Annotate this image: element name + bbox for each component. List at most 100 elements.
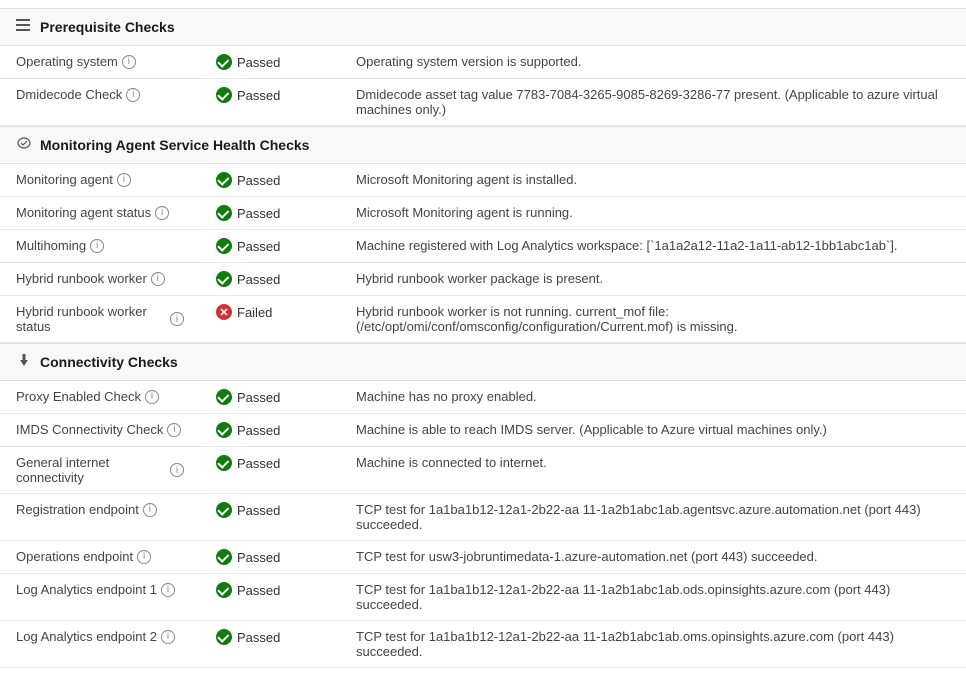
check-name-cell: IMDS Connectivity Checki — [0, 414, 200, 447]
passed-icon — [216, 629, 232, 645]
check-label: Hybrid runbook worker — [16, 271, 147, 286]
status-cell: Passed — [200, 414, 340, 447]
detail-cell: Microsoft Monitoring agent is running. — [340, 197, 966, 230]
info-icon[interactable]: i — [126, 88, 140, 102]
check-name-wrapper: General internet connectivityi — [16, 455, 184, 485]
check-label: Registration endpoint — [16, 502, 139, 517]
passed-icon — [216, 87, 232, 103]
status-cell: Passed — [200, 541, 340, 574]
check-name-wrapper: Multihomingi — [16, 238, 184, 253]
detail-cell: Dmidecode asset tag value 7783-7084-3265… — [340, 79, 966, 126]
detail-cell: Microsoft Monitoring agent is installed. — [340, 164, 966, 197]
status-badge: Passed — [216, 502, 324, 518]
status-badge: Passed — [216, 271, 324, 287]
check-name-wrapper: Monitoring agent i — [16, 172, 184, 187]
check-label: Monitoring agent status — [16, 205, 151, 220]
status-cell: ✕ Failed — [200, 296, 340, 343]
status-label: Failed — [237, 305, 272, 320]
status-label: Passed — [237, 456, 280, 471]
check-label: Proxy Enabled Check — [16, 389, 141, 404]
monitoring-section-icon — [16, 135, 32, 155]
check-label: Dmidecode Check — [16, 87, 122, 102]
info-icon[interactable]: i — [167, 423, 181, 437]
passed-icon — [216, 205, 232, 221]
status-cell: Passed — [200, 197, 340, 230]
passed-icon — [216, 549, 232, 565]
status-cell: Passed — [200, 46, 340, 79]
table-row: Operations endpointi Passed TCP test for u… — [0, 541, 966, 574]
status-badge: ✕ Failed — [216, 304, 324, 320]
check-label: Operating system — [16, 54, 118, 69]
check-label: Log Analytics endpoint 2 — [16, 629, 157, 644]
detail-cell: TCP test for usw3-jobruntimedata-1.azure… — [340, 541, 966, 574]
check-name-cell: Operating system i — [0, 46, 200, 79]
info-icon[interactable]: i — [122, 55, 136, 69]
info-icon[interactable]: i — [90, 239, 104, 253]
info-icon[interactable]: i — [117, 173, 131, 187]
detail-cell: Machine is able to reach IMDS server. (A… — [340, 414, 966, 447]
info-icon[interactable]: i — [143, 503, 157, 517]
main-container: Prerequisite Checks Operating system i Pass… — [0, 0, 966, 676]
check-label: Monitoring agent — [16, 172, 113, 187]
check-name-wrapper: Operating system i — [16, 54, 184, 69]
check-name-cell: Multihomingi — [0, 230, 200, 263]
status-badge: Passed — [216, 87, 324, 103]
status-label: Passed — [237, 206, 280, 221]
status-label: Passed — [237, 550, 280, 565]
passed-icon — [216, 455, 232, 471]
detail-cell: Machine registered with Log Analytics wo… — [340, 230, 966, 263]
passed-icon — [216, 172, 232, 188]
table-row: IMDS Connectivity Checki Passed Machine is… — [0, 414, 966, 447]
status-label: Passed — [237, 423, 280, 438]
connectivity-section-title: Connectivity Checks — [40, 354, 178, 370]
check-name-cell: Dmidecode Check i — [0, 79, 200, 126]
status-label: Passed — [237, 390, 280, 405]
passed-icon — [216, 238, 232, 254]
passed-icon — [216, 582, 232, 598]
check-name-cell: Registration endpoint i — [0, 494, 200, 541]
info-icon[interactable]: i — [170, 312, 184, 326]
status-label: Passed — [237, 503, 280, 518]
detail-cell: Hybrid runbook worker package is present… — [340, 263, 966, 296]
status-cell: Passed — [200, 494, 340, 541]
check-name-wrapper: Hybrid runbook worker statusi — [16, 304, 184, 334]
detail-cell: Machine is connected to internet. — [340, 447, 966, 494]
status-badge: Passed — [216, 629, 324, 645]
table-row: Log Analytics endpoint 2iPassedTCP test … — [0, 621, 966, 668]
info-icon[interactable]: i — [170, 463, 184, 477]
status-label: Passed — [237, 55, 280, 70]
info-icon[interactable]: i — [145, 390, 159, 404]
status-badge: Passed — [216, 238, 324, 254]
table-row: Multihomingi Passed Machine registered wit… — [0, 230, 966, 263]
prerequisite-section-icon — [16, 17, 32, 37]
info-icon[interactable]: i — [155, 206, 169, 220]
table-row: Hybrid runbook worker statusi ✕ Failed Hybr… — [0, 296, 966, 343]
prerequisite-table: Operating system i Passed Operating system … — [0, 46, 966, 126]
info-icon[interactable]: i — [151, 272, 165, 286]
info-icon[interactable]: i — [161, 583, 175, 597]
check-name-wrapper: Operations endpointi — [16, 549, 184, 564]
monitoring-section-title: Monitoring Agent Service Health Checks — [40, 137, 309, 153]
table-row: Dmidecode Check i Passed Dmidecode asset ta… — [0, 79, 966, 126]
check-name-wrapper: Dmidecode Check i — [16, 87, 184, 102]
monitoring-table: Monitoring agent i Passed Microsoft Monitor… — [0, 164, 966, 343]
status-badge: Passed — [216, 172, 324, 188]
check-name-cell: Hybrid runbook worker statusi — [0, 296, 200, 343]
status-label: Passed — [237, 88, 280, 103]
check-name-wrapper: Proxy Enabled Check i — [16, 389, 184, 404]
check-label: Log Analytics endpoint 1 — [16, 582, 157, 597]
table-row: Monitoring agent i Passed Microsoft Monitor… — [0, 164, 966, 197]
detail-cell: Hybrid runbook worker is not running. cu… — [340, 296, 966, 343]
info-icon[interactable]: i — [161, 630, 175, 644]
check-name-cell: Log Analytics endpoint 2 i — [0, 621, 200, 668]
failed-icon: ✕ — [216, 304, 232, 320]
status-cell: Passed — [200, 447, 340, 494]
check-name-cell: Hybrid runbook worker i — [0, 263, 200, 296]
status-label: Passed — [237, 239, 280, 254]
check-name-cell: Monitoring agent status i — [0, 197, 200, 230]
prerequisite-section-title: Prerequisite Checks — [40, 19, 175, 35]
connectivity-section-icon — [16, 352, 32, 372]
table-row: Hybrid runbook worker i Passed Hybrid runbo… — [0, 263, 966, 296]
status-badge: Passed — [216, 389, 324, 405]
info-icon[interactable]: i — [137, 550, 151, 564]
